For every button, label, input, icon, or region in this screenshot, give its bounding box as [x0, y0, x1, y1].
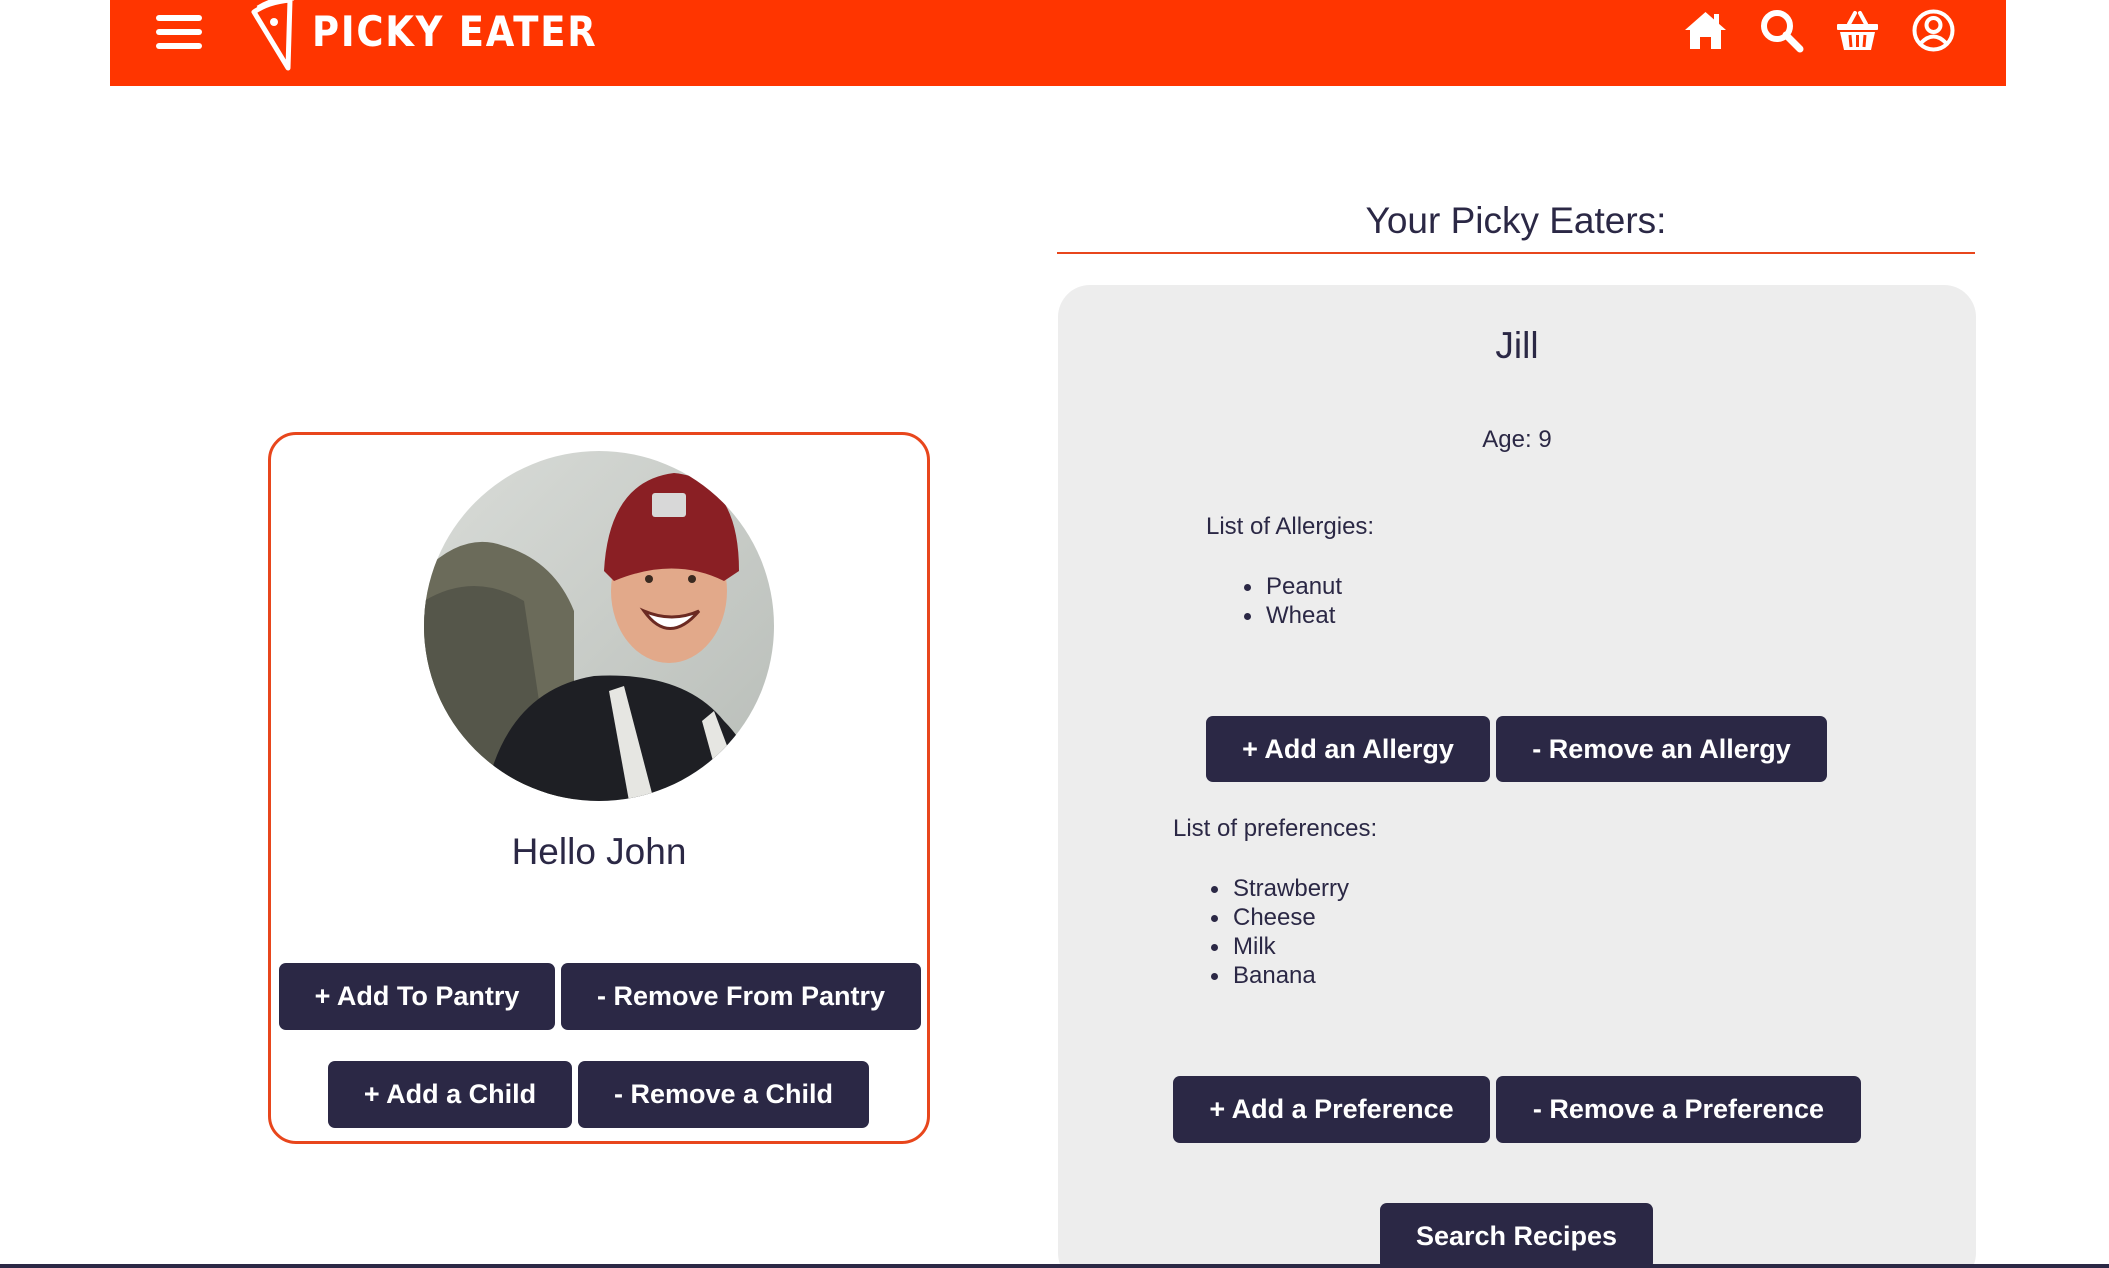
- add-allergy-button[interactable]: + Add an Allergy: [1206, 716, 1490, 782]
- menu-icon[interactable]: [156, 15, 202, 49]
- remove-preference-button[interactable]: - Remove a Preference: [1496, 1076, 1861, 1143]
- search-icon[interactable]: [1759, 8, 1804, 53]
- section-divider: [1057, 252, 1975, 254]
- avatar: [424, 451, 774, 801]
- section-title: Your Picky Eaters:: [1365, 200, 1667, 241]
- add-child-button[interactable]: + Add a Child: [328, 1061, 572, 1128]
- list-item: Banana: [1209, 961, 1349, 990]
- preferences-list: Strawberry Cheese Milk Banana: [1209, 874, 1349, 990]
- top-nav-bar: PICKY EATER: [110, 0, 2006, 86]
- search-recipes-button[interactable]: Search Recipes: [1380, 1203, 1653, 1268]
- remove-from-pantry-button[interactable]: - Remove From Pantry: [561, 963, 921, 1030]
- preferences-label: List of preferences:: [1173, 815, 1378, 842]
- account-icon[interactable]: [1911, 8, 1956, 53]
- add-preference-button[interactable]: + Add a Preference: [1173, 1076, 1490, 1143]
- profile-card: Hello John + Add To Pantry - Remove From…: [268, 432, 930, 1144]
- remove-allergy-button[interactable]: - Remove an Allergy: [1496, 716, 1827, 782]
- list-item: Wheat: [1242, 601, 1342, 630]
- child-age: Age: 9: [1482, 426, 1552, 453]
- list-item: Cheese: [1209, 903, 1349, 932]
- bottom-edge: [0, 1264, 2109, 1268]
- basket-icon[interactable]: [1835, 8, 1880, 53]
- list-item: Strawberry: [1209, 874, 1349, 903]
- logo[interactable]: PICKY EATER: [248, 0, 636, 72]
- remove-child-button[interactable]: - Remove a Child: [578, 1061, 869, 1128]
- allergies-label: List of Allergies:: [1206, 513, 1375, 540]
- greeting: Hello John: [511, 831, 687, 872]
- child-name: Jill: [1495, 325, 1539, 366]
- pizza-slice-icon: [251, 0, 295, 71]
- child-panel: Jill Age: 9 List of Allergies: Peanut Wh…: [1058, 285, 1976, 1268]
- add-to-pantry-button[interactable]: + Add To Pantry: [279, 963, 555, 1030]
- allergies-list: Peanut Wheat: [1242, 572, 1342, 630]
- home-icon[interactable]: [1683, 8, 1728, 53]
- list-item: Peanut: [1242, 572, 1342, 601]
- brand-name: PICKY EATER: [312, 6, 598, 56]
- list-item: Milk: [1209, 932, 1349, 961]
